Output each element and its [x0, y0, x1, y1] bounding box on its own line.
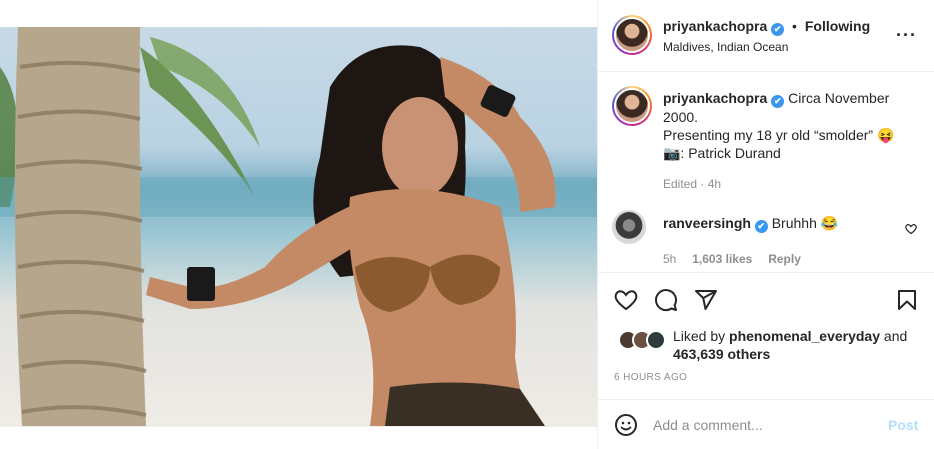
comment: ranveersingh ✔ Bruhhh 😂	[663, 215, 838, 233]
liked-by-avatars	[618, 330, 670, 352]
liked-by-prefix: Liked by	[673, 328, 730, 344]
post-location[interactable]: Maldives, Indian Ocean	[663, 40, 788, 54]
emoji-icon[interactable]	[614, 413, 638, 440]
separator-dot: •	[792, 18, 797, 34]
caption-line-2: Presenting my 18 yr old “smolder” 😝	[663, 127, 895, 143]
comment-meta: 5h 1,603 likes Reply	[663, 250, 813, 266]
more-options-icon[interactable]: ···	[896, 26, 917, 44]
post-side-panel: priyankachopra ✔ • Following Maldives, I…	[597, 0, 934, 449]
comment-time[interactable]: 5h	[663, 252, 676, 266]
verified-icon: ✔	[754, 220, 768, 233]
post-header: priyankachopra ✔ • Following Maldives, I…	[598, 0, 934, 72]
add-comment-bar: Post	[598, 399, 934, 449]
comment-icon[interactable]	[654, 288, 678, 315]
liked-by-text: Liked by phenomenal_everyday and 463,639…	[673, 327, 913, 363]
reply-button[interactable]: Reply	[768, 252, 801, 266]
liked-by-others[interactable]: 463,639 others	[673, 346, 770, 362]
heart-icon[interactable]	[614, 288, 638, 315]
verified-icon: ✔	[771, 95, 785, 108]
comment-likes[interactable]: 1,603 likes	[692, 252, 752, 266]
post-caption: priyankachopra ✔ Circa November 2000. Pre…	[663, 89, 918, 162]
author-avatar[interactable]	[612, 15, 652, 55]
liked-by-user[interactable]: phenomenal_everyday	[729, 328, 880, 344]
caption-line-3: 📷: Patrick Durand	[663, 145, 781, 161]
photo-illustration	[0, 27, 597, 426]
post-actions: Liked by phenomenal_everyday and 463,639…	[598, 272, 934, 392]
commenter-username[interactable]: ranveersingh	[663, 215, 751, 231]
share-icon[interactable]	[694, 288, 718, 315]
following-button[interactable]: Following	[805, 18, 870, 34]
caption-username[interactable]: priyankachopra	[663, 90, 767, 106]
bookmark-icon[interactable]	[895, 288, 919, 315]
comment-body: Bruhhh 😂	[771, 215, 839, 231]
caption-edited-time: Edited · 4h	[663, 177, 722, 191]
post-photo[interactable]	[0, 27, 597, 426]
liker-avatar	[646, 330, 666, 350]
comment-input[interactable]	[653, 414, 878, 436]
header-author: priyankachopra ✔ • Following	[663, 18, 870, 36]
post-comment-button[interactable]: Post	[888, 417, 918, 433]
comment-like-heart-icon[interactable]	[905, 222, 917, 238]
commenter-avatar[interactable]	[612, 210, 646, 244]
media-area	[0, 0, 597, 449]
liked-by-and: and	[880, 328, 908, 344]
author-username[interactable]: priyankachopra	[663, 18, 767, 34]
caption-author-avatar[interactable]	[612, 86, 652, 126]
verified-icon: ✔	[771, 23, 785, 36]
post-timestamp[interactable]: 6 HOURS AGO	[614, 372, 687, 383]
media-divider	[0, 426, 597, 427]
